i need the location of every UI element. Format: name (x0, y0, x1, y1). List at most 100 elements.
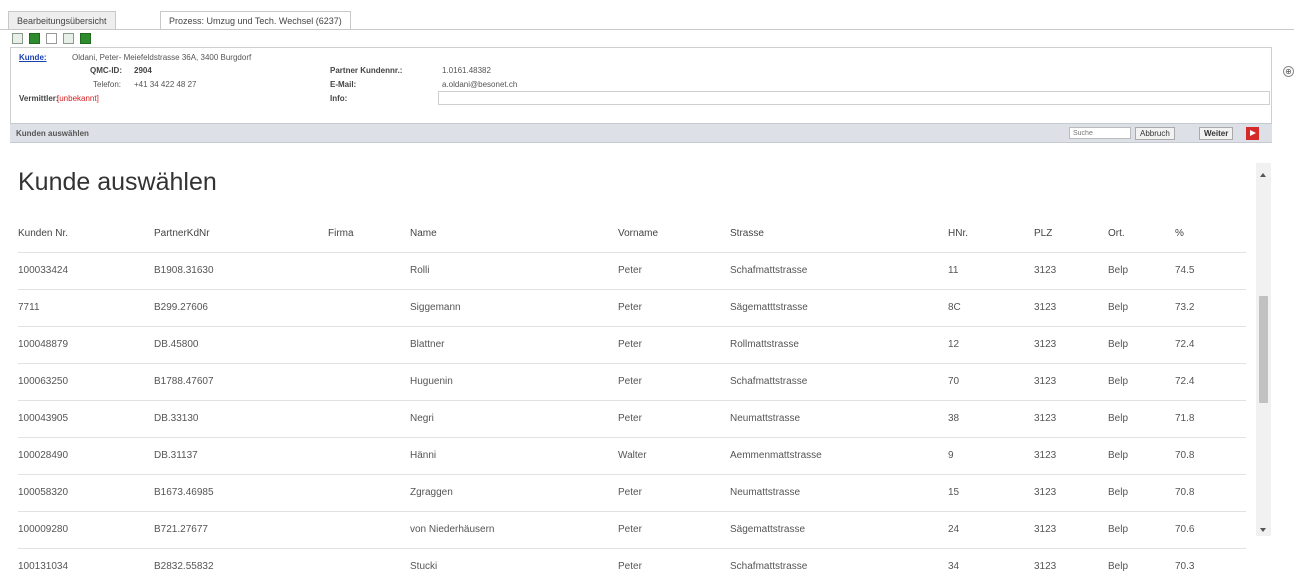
table-cell: Schafmattstrasse (730, 376, 808, 387)
table-cell: Neumattstrasse (730, 413, 801, 424)
export-icon[interactable] (80, 33, 91, 44)
table-cell: B721.27677 (154, 524, 208, 535)
table-row[interactable]: 100131034 B2832.55832 Stucki Peter Schafmatt… (18, 548, 1246, 585)
table-cell: 100058320 (18, 487, 69, 498)
table-cell: 70.8 (1175, 487, 1195, 498)
email-value: a.oldani@besonet.ch (442, 80, 518, 89)
scrollbar[interactable] (1256, 163, 1271, 536)
table-cell: 70 (948, 376, 960, 387)
table-cell: 70.8 (1175, 450, 1195, 461)
table-cell: 70.6 (1175, 524, 1195, 535)
table-cell: Peter (618, 302, 642, 313)
table-cell: Rolli (410, 265, 430, 276)
table-cell: 3123 (1034, 376, 1057, 387)
next-button[interactable]: Weiter (1199, 127, 1234, 140)
table-cell: Peter (618, 524, 642, 535)
info-field[interactable] (438, 91, 1270, 105)
table-cell: 100028490 (18, 450, 69, 461)
table-cell: 3123 (1034, 561, 1057, 572)
table-row[interactable]: 7711 B299.27606 Siggemann Peter Sägematttstr… (18, 289, 1246, 326)
table-cell: 100131034 (18, 561, 69, 572)
cancel-button[interactable]: Abbruch (1135, 127, 1175, 140)
phone-label: Telefon: (93, 80, 122, 89)
document-icon[interactable] (63, 33, 74, 44)
table-cell: B2832.55832 (154, 561, 214, 572)
table-cell: 3123 (1034, 450, 1057, 461)
table-cell: von Niederhäusern (410, 524, 495, 535)
table-cell: 74.5 (1175, 265, 1195, 276)
tab-strip: Bearbeitungsübersicht Prozess: Umzug und… (0, 0, 1294, 30)
column-header: Ort. (1108, 228, 1125, 239)
table-row[interactable]: 100043905 DB.33130 Negri Peter Neumattstrass… (18, 400, 1246, 437)
email-label: E-Mail: (330, 80, 357, 89)
table-cell: DB.45800 (154, 339, 199, 350)
info-label: Info: (330, 94, 348, 103)
broker-label: Vermittler: (19, 94, 59, 103)
table-row[interactable]: 100033424 B1908.31630 Rolli Peter Schafmatts… (18, 252, 1246, 289)
table-row[interactable]: 100009280 B721.27677 von Niederhäusern Pete… (18, 511, 1246, 548)
table-cell: Belp (1108, 524, 1129, 535)
table-cell: Stucki (410, 561, 438, 572)
excel-icon[interactable] (29, 33, 40, 44)
table-cell: 12 (948, 339, 960, 350)
table-cell: 34 (948, 561, 960, 572)
table-cell: Belp (1108, 265, 1129, 276)
table-cell: Negri (410, 413, 434, 424)
table-cell: 100043905 (18, 413, 69, 424)
column-header: % (1175, 228, 1184, 239)
edit-icon[interactable] (46, 33, 57, 44)
table-cell: Peter (618, 339, 642, 350)
table-cell: Belp (1108, 450, 1129, 461)
scroll-up-icon[interactable] (1260, 173, 1266, 177)
table-cell: 7711 (18, 302, 40, 313)
table-row[interactable]: 100063250 B1788.47607 Huguenin Peter Schafma… (18, 363, 1246, 400)
table-cell: 72.4 (1175, 339, 1195, 350)
qmc-id-label: QMC-ID: (90, 66, 122, 75)
table-cell: Peter (618, 265, 642, 276)
customer-link[interactable]: Kunde: (19, 53, 47, 62)
table-cell: Sägemattstrasse (730, 524, 806, 535)
column-header: PLZ (1034, 228, 1053, 239)
table-cell: Schafmattstrasse (730, 561, 808, 572)
column-header: HNr. (948, 228, 968, 239)
search-input[interactable] (1069, 127, 1131, 139)
scrollbar-thumb[interactable] (1259, 296, 1268, 403)
table-cell: 73.2 (1175, 302, 1195, 313)
phone-value: +41 34 422 48 27 (134, 80, 197, 89)
table-row[interactable]: 100058320 B1673.46985 Zgraggen Peter Neumatt… (18, 474, 1246, 511)
table-cell: 3123 (1034, 524, 1057, 535)
table-cell: 71.8 (1175, 413, 1195, 424)
table-cell: Peter (618, 376, 642, 387)
column-header: Firma (328, 228, 354, 239)
table-cell: Peter (618, 487, 642, 498)
table-cell: Belp (1108, 487, 1129, 498)
table-cell: Huguenin (410, 376, 453, 387)
table-cell: Belp (1108, 302, 1129, 313)
table-cell: DB.33130 (154, 413, 199, 424)
expand-icon[interactable]: ⊕ (1283, 66, 1294, 77)
next-arrow-icon[interactable] (1246, 127, 1259, 140)
table-cell: 15 (948, 487, 960, 498)
table-cell: Rollmattstrasse (730, 339, 799, 350)
tab-process-move[interactable]: Prozess: Umzug und Tech. Wechsel (6237) (160, 11, 351, 30)
table-cell: 3123 (1034, 302, 1057, 313)
column-header: PartnerKdNr (154, 228, 210, 239)
table-cell: 38 (948, 413, 960, 424)
calendar-icon[interactable] (12, 33, 23, 44)
table-cell: 100033424 (18, 265, 69, 276)
section-bar: Kunden auswählen Abbruch Weiter (10, 123, 1272, 143)
table-cell: Peter (618, 413, 642, 424)
tab-processing-overview[interactable]: Bearbeitungsübersicht (8, 11, 116, 29)
table-header-row: Kunden Nr. PartnerKdNr Firma Name Vorname Str… (18, 216, 1246, 252)
table-row[interactable]: 100048879 DB.45800 Blattner Peter Rollmattst… (18, 326, 1246, 363)
column-header: Kunden Nr. (18, 228, 69, 239)
partner-nr-value: 1.0161.48382 (442, 66, 491, 75)
table-cell: B1788.47607 (154, 376, 214, 387)
table-cell: 24 (948, 524, 960, 535)
scroll-down-icon[interactable] (1260, 528, 1266, 532)
table-cell: 3123 (1034, 339, 1057, 350)
table-cell: 8C (948, 302, 961, 313)
table-cell: 100048879 (18, 339, 69, 350)
table-row[interactable]: 100028490 DB.31137 Hänni Walter Aemmenmattst… (18, 437, 1246, 474)
table-cell: 3123 (1034, 487, 1057, 498)
